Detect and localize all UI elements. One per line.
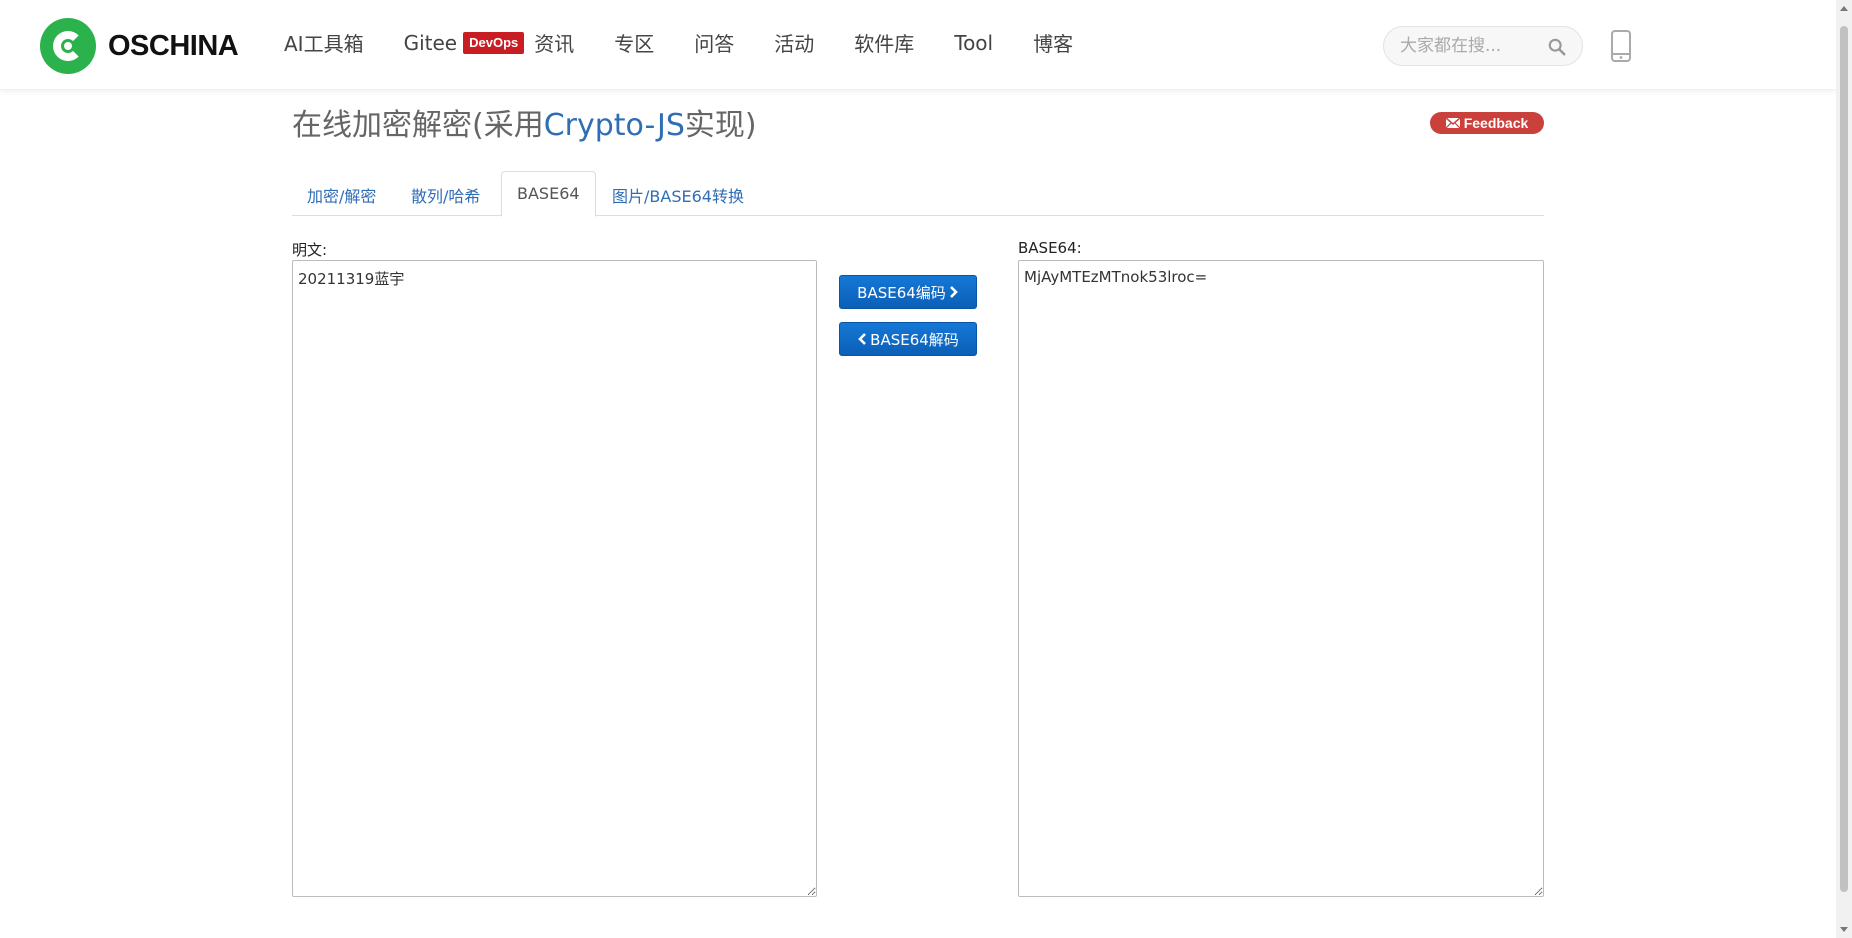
- nav-item-events[interactable]: 活动: [774, 28, 814, 57]
- nav-item-zones[interactable]: 专区: [614, 28, 654, 57]
- nav-item-ai-tools[interactable]: AI工具箱: [284, 28, 364, 57]
- nav-item-label: 资讯: [534, 32, 575, 56]
- nav-item-label: 问答: [694, 32, 735, 56]
- tab-label: 加密/解密: [307, 187, 377, 206]
- nav-item-label: 专区: [614, 32, 655, 56]
- site-logo[interactable]: OSCHINA: [40, 18, 239, 74]
- nav-item-gitee[interactable]: Gitee DevOps: [404, 31, 535, 55]
- nav-item-label: 博客: [1033, 32, 1074, 56]
- nav-item-label: Gitee: [403, 30, 458, 55]
- chevron-right-icon: [949, 286, 958, 298]
- feedback-label: Feedback: [1463, 115, 1529, 131]
- nav-item-qa[interactable]: 问答: [694, 28, 734, 57]
- decode-button-label: BASE64解码: [870, 330, 959, 349]
- base64-output[interactable]: MjAyMTEzMTnok53lroc=: [1018, 260, 1544, 897]
- tab-label: 散列/哈希: [411, 187, 481, 206]
- mobile-phone-icon[interactable]: [1610, 30, 1632, 62]
- search-box: [1383, 26, 1583, 66]
- main-nav: AI工具箱 Gitee DevOps 资讯 专区 问答 活动 软件库 Tool …: [284, 28, 1113, 57]
- scroll-down-arrow-icon[interactable]: [1840, 927, 1848, 932]
- plaintext-input[interactable]: 20211319蓝宇: [292, 260, 817, 897]
- feedback-button[interactable]: Feedback: [1430, 112, 1544, 134]
- top-navbar: OSCHINA AI工具箱 Gitee DevOps 资讯 专区 问答 活动 软…: [0, 0, 1836, 90]
- tab-encrypt-decrypt[interactable]: 加密/解密: [292, 171, 391, 216]
- encode-button-label: BASE64编码: [857, 283, 946, 302]
- tool-tabs: 加密/解密 散列/哈希 BASE64 图片/BASE64转换: [292, 171, 1544, 217]
- search-input[interactable]: [1398, 35, 1538, 57]
- tab-hash[interactable]: 散列/哈希: [396, 171, 495, 216]
- tab-base64[interactable]: BASE64: [501, 171, 596, 217]
- mail-icon: [1445, 118, 1460, 128]
- page-title: 在线加密解密(采用Crypto-JS实现): [292, 100, 757, 144]
- base64-encode-button[interactable]: BASE64编码: [839, 275, 977, 309]
- nav-item-label: 软件库: [854, 32, 915, 56]
- nav-item-blog[interactable]: 博客: [1033, 28, 1073, 57]
- nav-item-label: 活动: [774, 32, 815, 56]
- nav-item-software[interactable]: 软件库: [854, 28, 914, 57]
- nav-item-label: AI工具箱: [284, 32, 364, 56]
- devops-badge: DevOps: [463, 31, 525, 54]
- tab-label: BASE64: [517, 184, 580, 203]
- nav-item-label: Tool: [954, 30, 994, 55]
- scroll-up-arrow-icon[interactable]: [1840, 6, 1848, 11]
- title-accent: Crypto-JS: [543, 108, 685, 143]
- brand-name: OSCHINA: [108, 29, 239, 62]
- plaintext-label: 明文:: [292, 241, 328, 259]
- chevron-left-icon: [858, 333, 867, 345]
- page-scrollbar[interactable]: [1836, 0, 1852, 938]
- title-suffix: 实现): [684, 108, 757, 143]
- nav-item-news[interactable]: 资讯: [534, 28, 574, 57]
- nav-item-tool[interactable]: Tool: [954, 31, 993, 55]
- scrollbar-thumb[interactable]: [1840, 26, 1848, 892]
- base64-label: BASE64:: [1018, 239, 1082, 257]
- tab-label: 图片/BASE64转换: [612, 187, 744, 206]
- oschina-logo-icon: [40, 18, 96, 74]
- base64-decode-button[interactable]: BASE64解码: [839, 322, 977, 356]
- title-prefix: 在线加密解密(采用: [292, 108, 544, 143]
- tab-image-base64[interactable]: 图片/BASE64转换: [597, 171, 759, 216]
- search-icon[interactable]: [1548, 38, 1566, 56]
